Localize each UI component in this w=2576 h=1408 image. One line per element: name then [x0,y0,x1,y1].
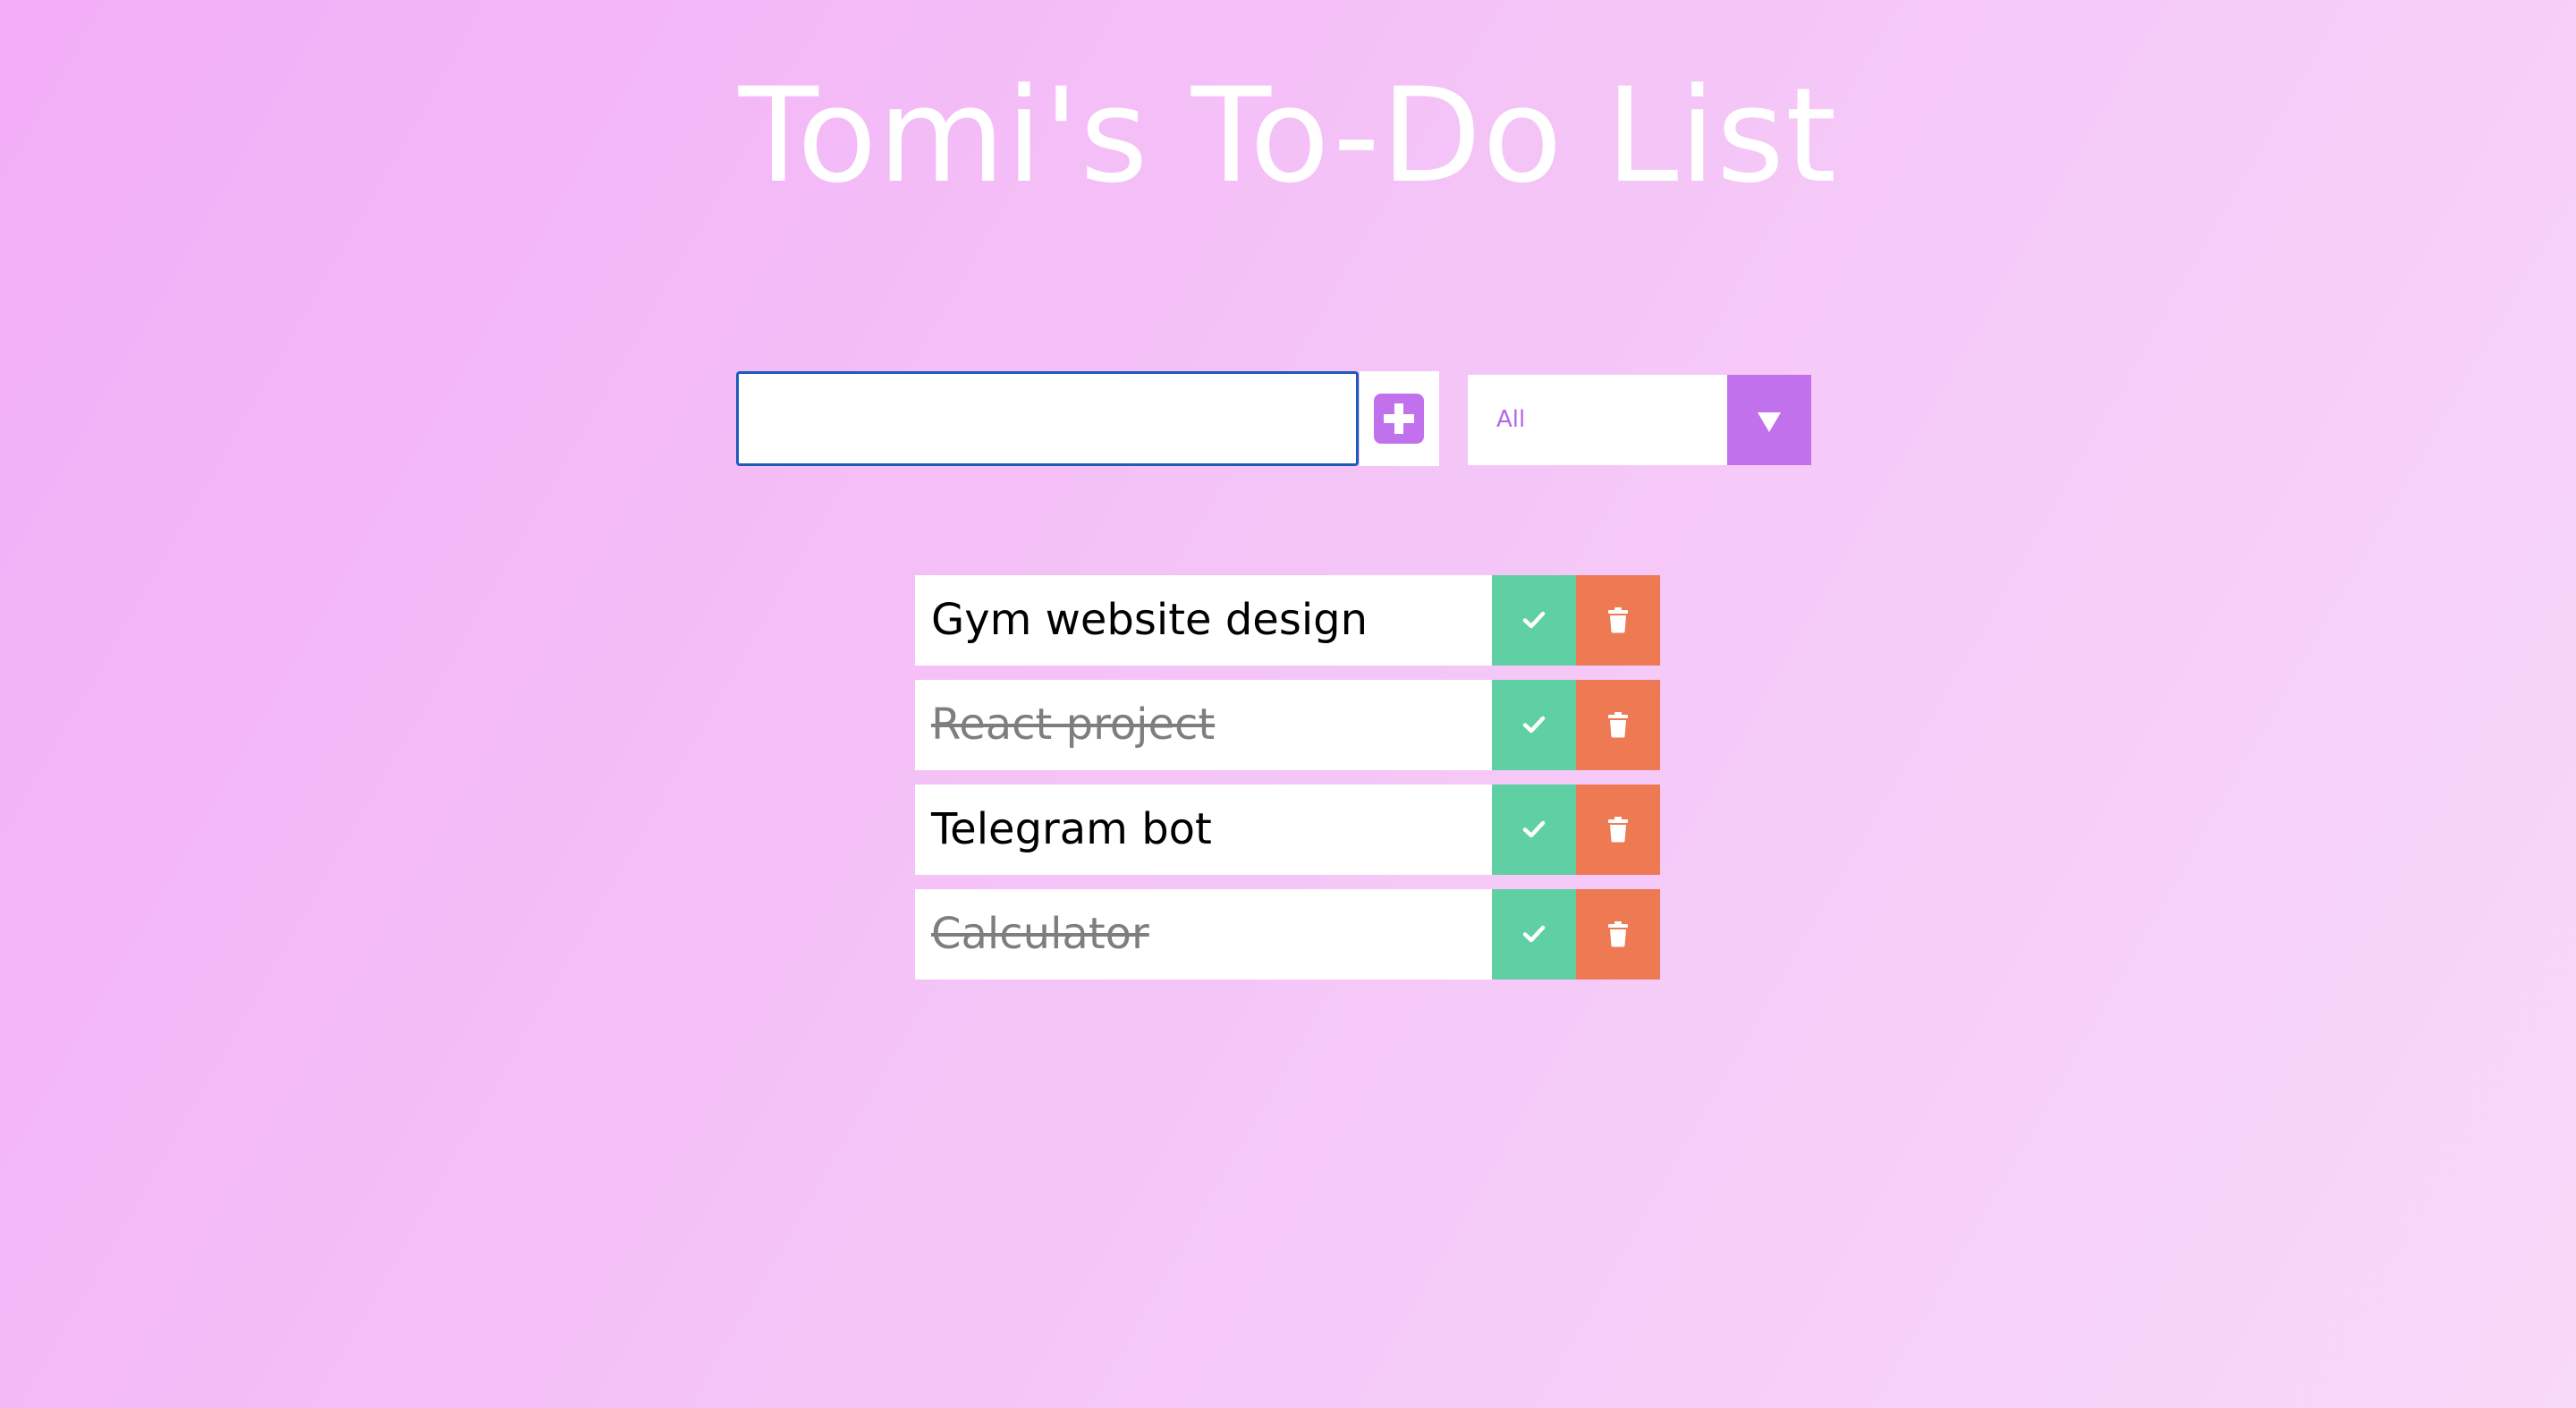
trash-icon [1608,817,1628,843]
filter-dropdown-arrow[interactable] [1727,375,1811,465]
complete-button[interactable] [1492,889,1576,980]
delete-button[interactable] [1576,785,1660,875]
todo-item: Gym website design [915,575,1660,666]
todo-input[interactable] [736,371,1359,466]
complete-button[interactable] [1492,575,1576,666]
caret-down-icon [1758,412,1781,432]
add-todo-button[interactable] [1360,371,1439,466]
check-icon [1522,611,1546,629]
todo-list: Gym website design React project Telegra… [915,575,1660,994]
todo-text: Gym website design [931,595,1368,645]
delete-button[interactable] [1576,889,1660,980]
trash-icon [1608,607,1628,633]
check-icon [1522,716,1546,734]
trash-icon [1608,921,1628,947]
todo-item: Telegram bot [915,785,1660,875]
todo-item: Calculator [915,889,1660,980]
complete-button[interactable] [1492,785,1576,875]
complete-button[interactable] [1492,680,1576,770]
todo-text: Telegram bot [931,804,1212,854]
check-icon [1522,820,1546,838]
todo-text: React project [931,700,1216,750]
trash-icon [1608,712,1628,738]
plus-square-icon [1374,394,1424,444]
delete-button[interactable] [1576,575,1660,666]
todo-item: React project [915,680,1660,770]
filter-select[interactable]: All [1468,375,1811,465]
filter-selected-value: All [1496,406,1526,433]
delete-button[interactable] [1576,680,1660,770]
page-title: Tomi's To-Do List [738,60,1838,212]
todo-text: Calculator [931,909,1149,959]
check-icon [1522,925,1546,943]
